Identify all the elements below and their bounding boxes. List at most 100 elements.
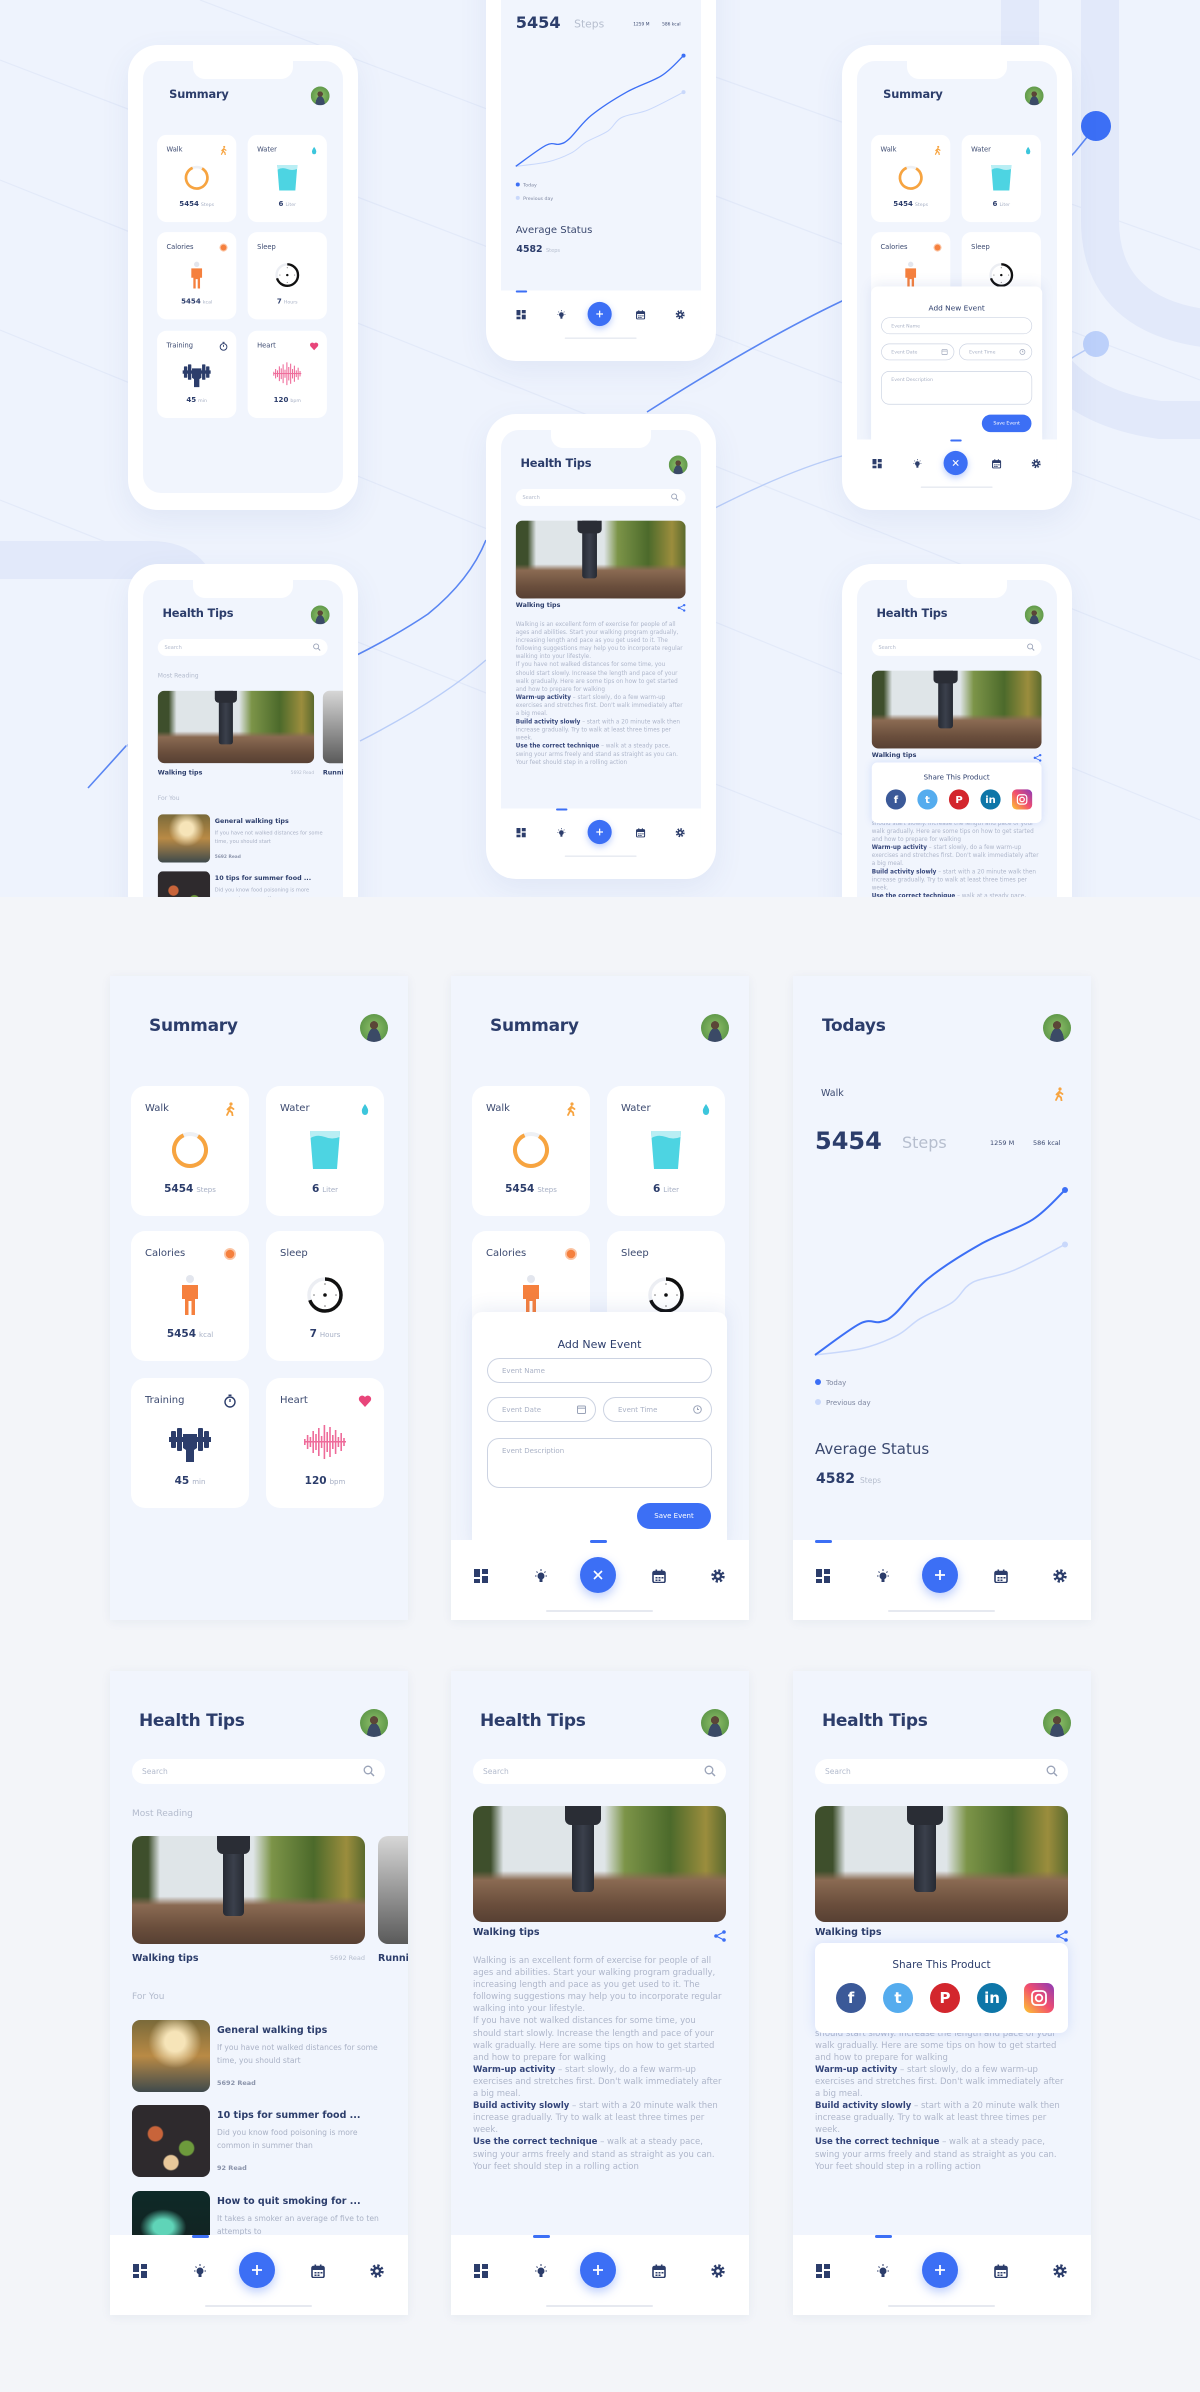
share-instagram-button[interactable]	[1024, 1983, 1054, 2013]
event-date-input[interactable]: Event Date	[881, 343, 955, 361]
nav-calendar-icon[interactable]	[994, 2263, 1008, 2279]
nav-grid-icon[interactable]	[816, 2263, 830, 2278]
nav-gear-icon[interactable]	[1031, 458, 1041, 469]
nav-grid-icon[interactable]	[516, 309, 526, 320]
avatar[interactable]	[701, 1709, 729, 1737]
featured-title[interactable]: Walking tips	[158, 769, 203, 776]
nav-gear-icon[interactable]	[711, 1568, 725, 1583]
nav-grid-icon[interactable]	[474, 2263, 488, 2278]
share-facebook-button[interactable]: f	[836, 1983, 866, 2013]
search-input[interactable]: Search	[157, 639, 328, 656]
avatar[interactable]	[310, 605, 330, 625]
nav-gear-icon[interactable]	[711, 2263, 725, 2278]
avatar[interactable]	[1024, 605, 1044, 625]
share-facebook-button[interactable]: f	[885, 789, 906, 810]
add-button[interactable]	[239, 2252, 275, 2288]
featured-title[interactable]: Running tips	[323, 769, 343, 776]
avatar[interactable]	[360, 1014, 388, 1042]
add-button[interactable]	[580, 2252, 616, 2288]
share-twitter-button[interactable]: t	[917, 789, 938, 810]
save-event-button[interactable]: Save Event	[981, 414, 1032, 433]
nav-bulb-icon[interactable]	[534, 2263, 548, 2277]
event-time-input[interactable]: Event Time	[959, 343, 1033, 361]
nav-bulb-icon[interactable]	[193, 2263, 207, 2277]
nav-grid-icon[interactable]	[816, 1568, 830, 1583]
share-linkedin-button[interactable]: in	[980, 789, 1001, 810]
nav-gear-icon[interactable]	[1053, 1568, 1067, 1583]
event-name-input[interactable]: Event Name	[881, 317, 1033, 335]
close-button[interactable]	[943, 450, 968, 476]
nav-grid-icon[interactable]	[474, 1568, 488, 1583]
share-icon[interactable]	[714, 1927, 726, 1942]
share-linkedin-button[interactable]: in	[977, 1983, 1007, 2013]
event-description-input[interactable]: Event Description	[881, 371, 1033, 405]
card-sleep[interactable]: Sleep 7Hours	[266, 1231, 384, 1361]
avatar[interactable]	[310, 86, 330, 106]
share-pinterest-button[interactable]: P	[948, 789, 970, 810]
search-input[interactable]: Search	[515, 489, 686, 506]
nav-calendar-icon[interactable]	[652, 1568, 666, 1584]
add-button[interactable]	[587, 819, 612, 845]
card-sleep[interactable]: Sleep 7Hours	[247, 232, 327, 320]
nav-gear-icon[interactable]	[675, 827, 685, 838]
add-button[interactable]	[922, 2252, 958, 2288]
nav-grid-icon[interactable]	[872, 458, 882, 469]
featured-image-running[interactable]	[322, 690, 343, 764]
card-walk[interactable]: Walk 5454 Steps	[472, 1086, 590, 1216]
avatar[interactable]	[668, 455, 688, 475]
list-item[interactable]: 10 tips for summer food ... Did you know …	[157, 871, 328, 897]
list-item[interactable]: 10 tips for summer food ... Did you know …	[132, 2105, 385, 2177]
featured-image-walking[interactable]	[157, 690, 315, 764]
nav-calendar-icon[interactable]	[652, 2263, 666, 2279]
nav-grid-icon[interactable]	[133, 2263, 147, 2278]
nav-bulb-icon[interactable]	[534, 1568, 548, 1582]
search-input[interactable]: Search	[132, 1759, 385, 1784]
card-water[interactable]: Water 6 Liter	[961, 134, 1041, 223]
nav-calendar-icon[interactable]	[311, 2263, 325, 2279]
card-water[interactable]: Water 6 Liter	[266, 1086, 384, 1216]
card-heart[interactable]: Heart 120bpm	[266, 1378, 384, 1508]
search-input[interactable]: Search	[871, 639, 1042, 656]
card-walk[interactable]: Walk 5454 Steps	[871, 134, 951, 223]
featured-image-running[interactable]	[378, 1836, 408, 1944]
nav-calendar-icon[interactable]	[636, 309, 646, 320]
nav-calendar-icon[interactable]	[994, 1568, 1008, 1584]
card-walk[interactable]: Walk 5454 Steps	[157, 134, 237, 223]
nav-bulb-icon[interactable]	[876, 1568, 890, 1582]
nav-bulb-icon[interactable]	[876, 2263, 890, 2277]
nav-grid-icon[interactable]	[516, 827, 526, 838]
card-walk[interactable]: Walk 5454 Steps	[131, 1086, 249, 1216]
event-time-input[interactable]: Event Time	[603, 1397, 712, 1422]
featured-title[interactable]: Running tips	[378, 1953, 408, 1964]
card-heart[interactable]: Heart 120bpm	[247, 330, 327, 419]
share-icon[interactable]	[1056, 1927, 1068, 1942]
nav-calendar-icon[interactable]	[992, 458, 1002, 469]
event-date-input[interactable]: Event Date	[487, 1397, 596, 1422]
search-input[interactable]: Search	[815, 1759, 1068, 1784]
nav-gear-icon[interactable]	[370, 2263, 384, 2278]
card-training[interactable]: Training 45min	[157, 330, 237, 419]
search-input[interactable]: Search	[473, 1759, 726, 1784]
share-icon[interactable]	[1033, 752, 1042, 762]
save-event-button[interactable]: Save Event	[637, 1503, 711, 1529]
nav-bulb-icon[interactable]	[557, 309, 566, 319]
nav-gear-icon[interactable]	[675, 309, 685, 320]
nav-calendar-icon[interactable]	[636, 827, 646, 838]
card-water[interactable]: Water 6 Liter	[607, 1086, 725, 1216]
card-calories[interactable]: Calories 5454kcal	[131, 1231, 249, 1361]
nav-bulb-icon[interactable]	[913, 458, 922, 468]
avatar[interactable]	[701, 1014, 729, 1042]
list-item[interactable]: General walking tips If you have not walk…	[157, 814, 328, 863]
close-button[interactable]	[580, 1557, 616, 1593]
share-icon[interactable]	[677, 602, 686, 612]
event-name-input[interactable]: Event Name	[487, 1358, 712, 1383]
share-instagram-button[interactable]	[1012, 789, 1033, 810]
event-description-input[interactable]: Event Description	[487, 1438, 712, 1488]
add-button[interactable]	[922, 1557, 958, 1593]
card-calories[interactable]: Calories 5454kcal	[157, 232, 237, 320]
share-pinterest-button[interactable]: P	[930, 1983, 960, 2013]
avatar[interactable]	[360, 1709, 388, 1737]
avatar[interactable]	[1043, 1709, 1071, 1737]
avatar[interactable]	[1024, 86, 1044, 106]
card-training[interactable]: Training 45min	[131, 1378, 249, 1508]
